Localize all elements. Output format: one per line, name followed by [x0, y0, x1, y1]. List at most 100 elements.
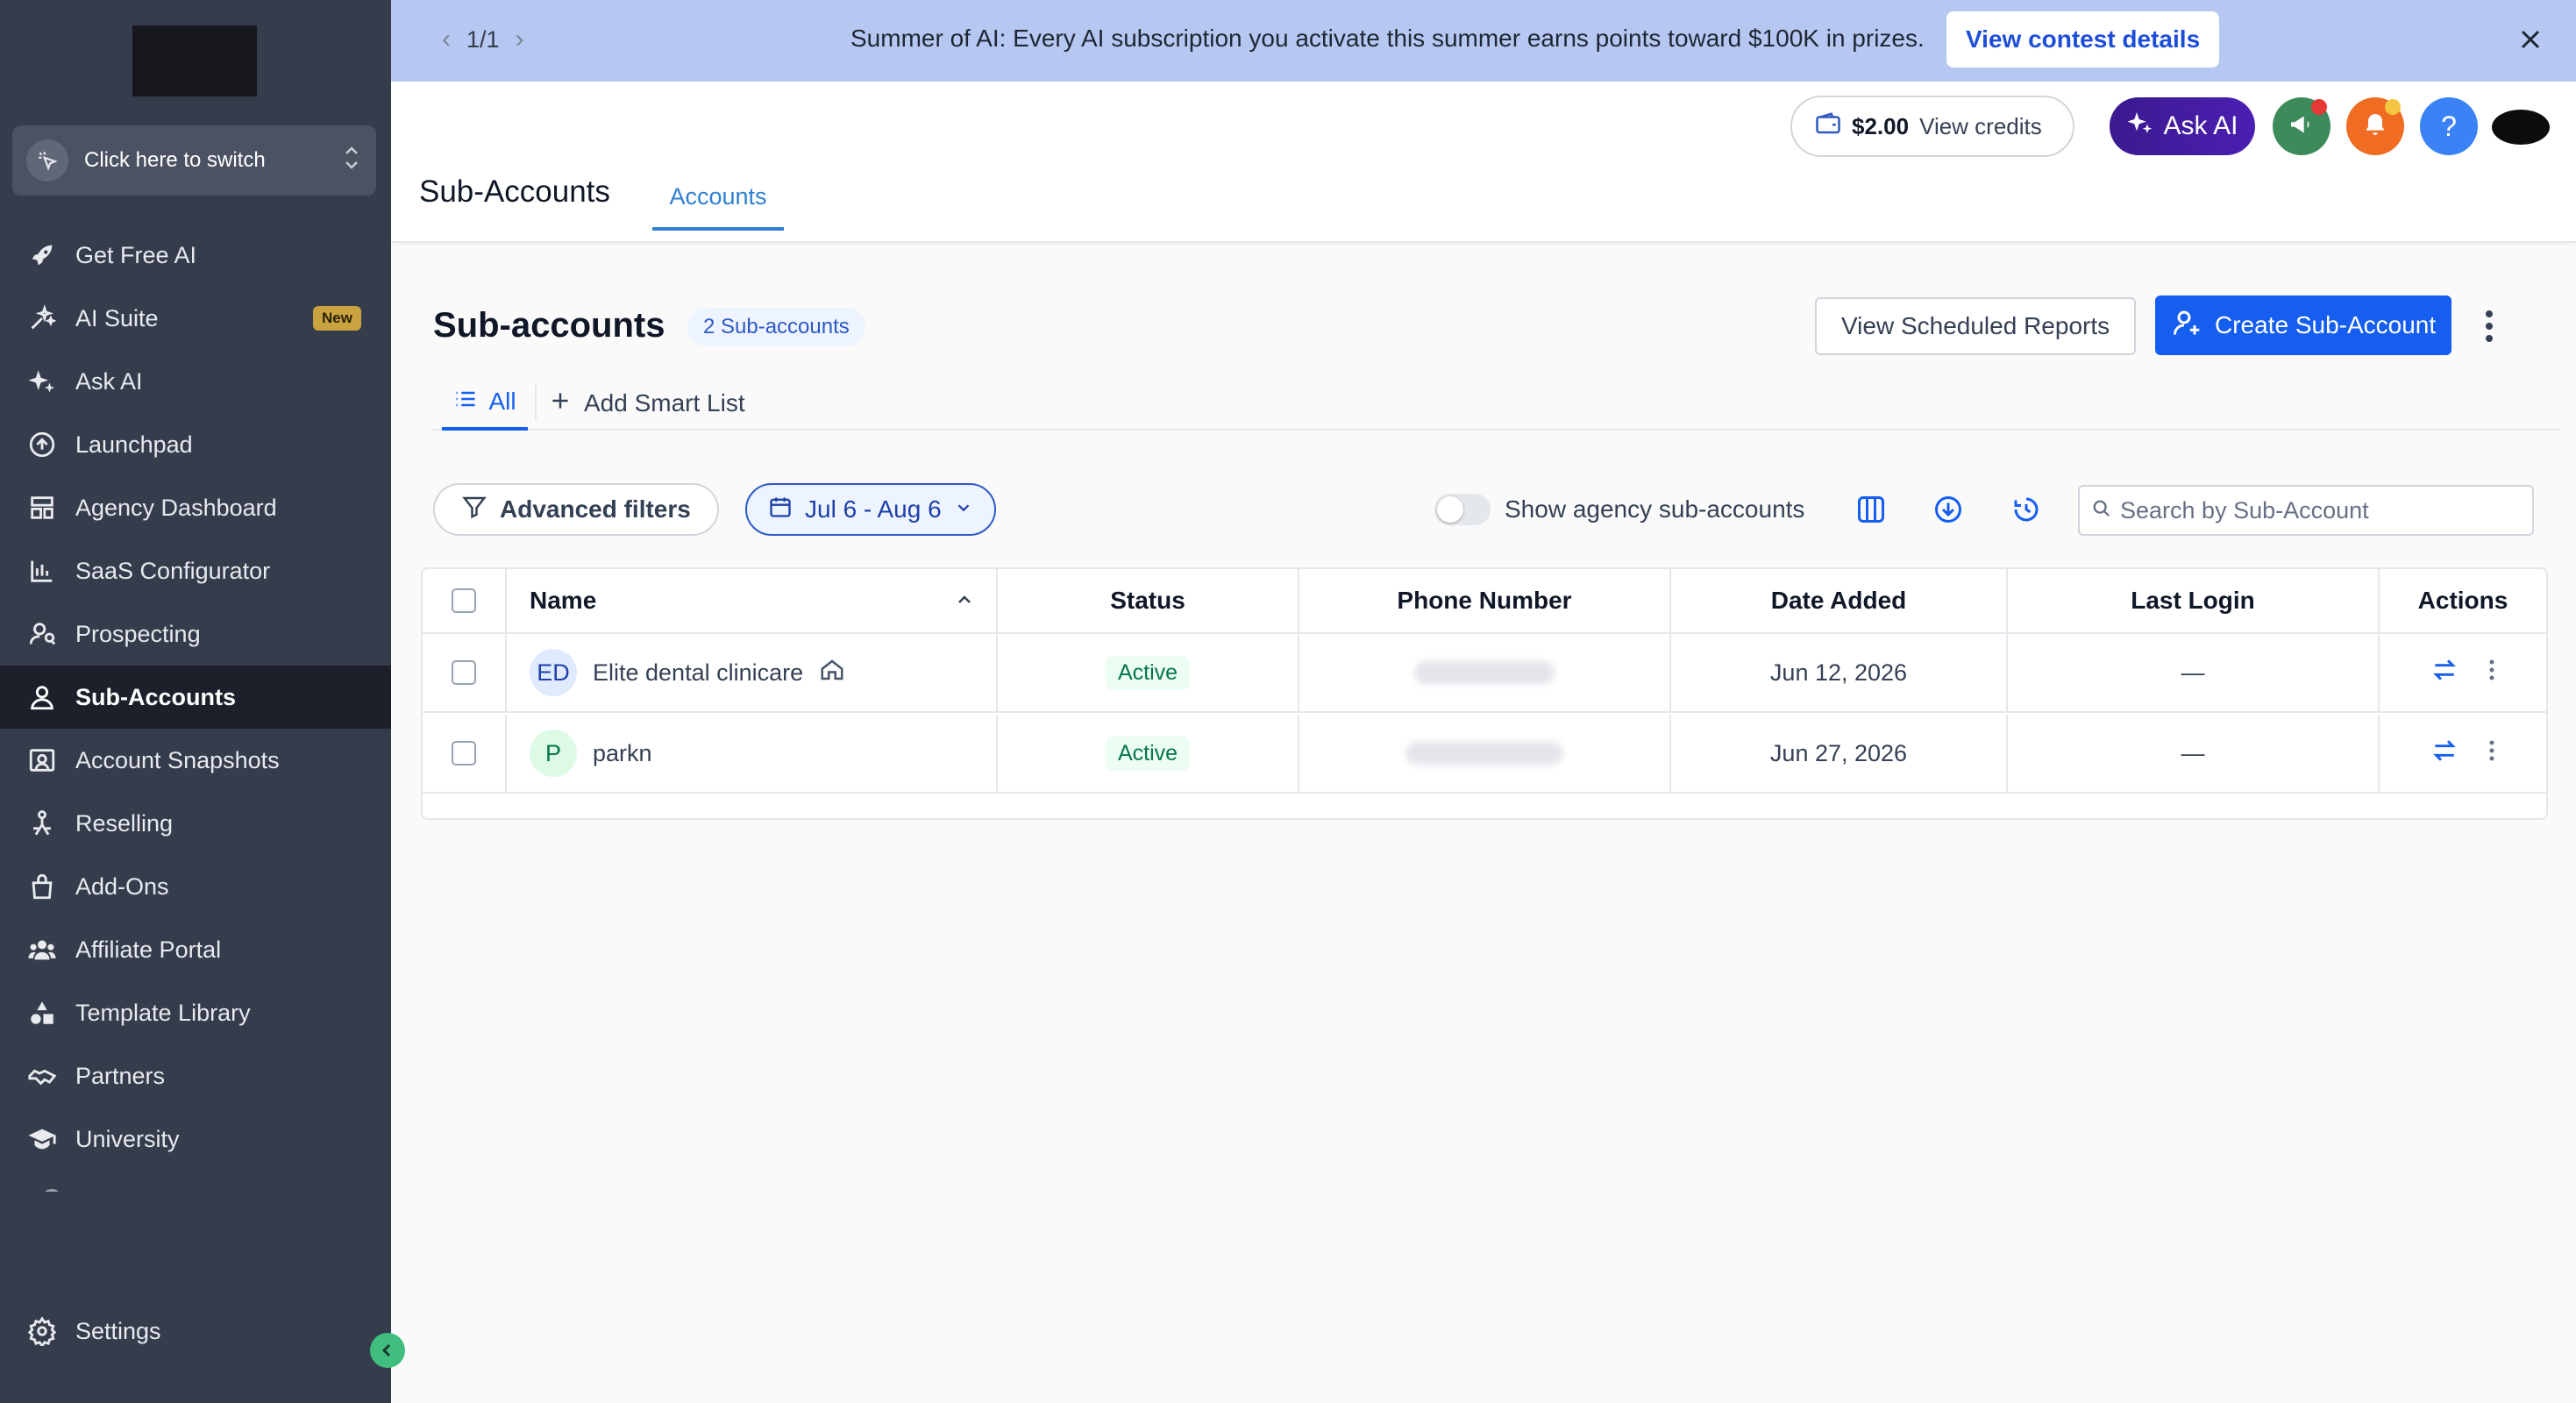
settings-label: Settings: [75, 1317, 161, 1344]
toggle-knob: [1437, 496, 1463, 523]
new-badge: New: [313, 306, 361, 331]
sidebar-item-label: Sub-Accounts: [75, 683, 237, 710]
redacted-phone: [1405, 742, 1563, 765]
view-contest-details-button[interactable]: View contest details: [1946, 11, 2220, 68]
sparkles-icon: [26, 366, 58, 397]
account-switcher[interactable]: Click here to switch: [12, 125, 376, 196]
close-icon[interactable]: [2513, 22, 2548, 57]
table-row[interactable]: ED Elite dental clinicare Active Jun 12,…: [423, 634, 2546, 713]
reselling-icon: [26, 808, 58, 839]
sidebar-item-get-free-ai[interactable]: Get Free AI: [0, 224, 391, 287]
more-options-icon[interactable]: [2476, 306, 2502, 346]
status-badge: Active: [1105, 736, 1191, 771]
column-header-status: Status: [998, 569, 1299, 632]
date-added-cell: Jun 27, 2026: [1671, 715, 2008, 792]
sidebar-item-ai-suite[interactable]: AI Suite New: [0, 287, 391, 350]
agency-logo[interactable]: [132, 25, 257, 96]
row-checkbox-cell: [423, 715, 507, 792]
agency-sub-accounts-toggle[interactable]: [1434, 494, 1491, 525]
search-box[interactable]: [2078, 485, 2534, 536]
tab-accounts[interactable]: Accounts: [652, 166, 784, 231]
add-user-icon: [2171, 307, 2202, 345]
view-scheduled-reports-button[interactable]: View Scheduled Reports: [1815, 297, 2137, 355]
megaphone-icon: [2288, 110, 2316, 143]
sidebar-item-partners[interactable]: Partners: [0, 1044, 391, 1107]
table-row[interactable]: P parkn Active Jun 27, 2026 —: [423, 715, 2546, 794]
tab-all[interactable]: All: [442, 376, 528, 431]
notifications-button[interactable]: [2346, 97, 2404, 155]
sidebar-item-sub-accounts[interactable]: Sub-Accounts: [0, 666, 391, 729]
credits-label: View credits: [1919, 112, 2042, 139]
header-checkbox-cell: [423, 569, 507, 632]
name-cell[interactable]: P parkn: [507, 715, 998, 792]
date-range-picker[interactable]: Jul 6 - Aug 6: [745, 483, 996, 536]
gear-icon: [26, 1315, 58, 1347]
shapes-icon: [26, 997, 58, 1029]
history-icon[interactable]: [2007, 490, 2046, 529]
launchpad-icon: [26, 429, 58, 460]
sidebar-item-affiliate-portal[interactable]: Affiliate Portal: [0, 918, 391, 981]
collapse-sidebar-button[interactable]: [370, 1333, 405, 1368]
sidebar-item-launchpad[interactable]: Launchpad: [0, 413, 391, 476]
column-header-name[interactable]: Name: [507, 569, 998, 632]
sidebar-item-prospecting[interactable]: Prospecting: [0, 602, 391, 666]
add-smart-list-label: Add Smart List: [584, 389, 745, 417]
download-icon[interactable]: [1929, 490, 1968, 529]
sidebar-item-reselling[interactable]: Reselling: [0, 792, 391, 855]
sidebar-item-account-snapshots[interactable]: Account Snapshots: [0, 729, 391, 792]
column-header-actions: Actions: [2417, 587, 2508, 614]
sidebar-item-saas-configurator[interactable]: SaaS Configurator: [0, 539, 391, 602]
ask-ai-button[interactable]: Ask AI: [2110, 97, 2255, 155]
switch-account-icon[interactable]: [2430, 737, 2459, 771]
more-options-icon[interactable]: [2488, 739, 2495, 768]
column-header-date-added: Date Added: [1671, 569, 2008, 632]
help-button[interactable]: ?: [2420, 97, 2478, 155]
advanced-filters-label: Advanced filters: [500, 495, 691, 523]
credits-button[interactable]: $2.00 View credits: [1790, 96, 2074, 157]
announcements-button[interactable]: [2273, 97, 2330, 155]
select-all-checkbox[interactable]: [452, 588, 476, 613]
sidebar-item-label: Partners: [75, 1062, 166, 1089]
switcher-label: Click here to switch: [84, 148, 266, 172]
avatar: ED: [530, 649, 577, 696]
more-options-icon[interactable]: [2488, 659, 2495, 687]
columns-icon[interactable]: [1852, 490, 1890, 529]
credits-amount: $2.00: [1852, 112, 1910, 139]
last-login-cell: —: [2008, 634, 2380, 711]
user-icon: [26, 681, 58, 713]
notification-dot: [2385, 99, 2401, 115]
sidebar-item-university[interactable]: University: [0, 1107, 391, 1171]
sidebar-item-agency-dashboard[interactable]: Agency Dashboard: [0, 476, 391, 539]
name-cell[interactable]: ED Elite dental clinicare: [507, 634, 998, 711]
plus-icon: [549, 389, 572, 418]
add-smart-list-button[interactable]: Add Smart List: [549, 376, 745, 431]
chevron-right-icon[interactable]: ›: [516, 25, 524, 54]
chevron-left-icon[interactable]: ‹: [442, 25, 451, 54]
sidebar-item-ask-ai[interactable]: Ask AI: [0, 350, 391, 413]
account-name[interactable]: parkn: [593, 740, 652, 767]
search-icon: [2092, 499, 2111, 523]
banner-pager: ‹ 1/1 ›: [426, 25, 540, 54]
create-sub-account-button[interactable]: Create Sub-Account: [2155, 296, 2452, 355]
search-input[interactable]: [2120, 496, 2523, 524]
sidebar-item-add-ons[interactable]: Add-Ons: [0, 855, 391, 918]
sidebar-item-label: Get Free AI: [75, 241, 197, 268]
column-label: Name: [530, 587, 597, 614]
avatar[interactable]: [2492, 110, 2550, 145]
sidebar-item-settings[interactable]: Settings: [26, 1315, 161, 1347]
nav-overflow-indicator: [46, 1189, 58, 1194]
switch-account-icon[interactable]: [2430, 656, 2459, 690]
account-name[interactable]: Elite dental clinicare: [593, 659, 803, 687]
snapshot-icon: [26, 744, 58, 776]
filter-icon: [461, 494, 487, 526]
row-checkbox[interactable]: [452, 741, 476, 766]
chevron-up-icon[interactable]: [954, 588, 975, 616]
notification-dot: [2311, 99, 2327, 115]
sidebar-item-label: Affiliate Portal: [75, 936, 222, 963]
advanced-filters-button[interactable]: Advanced filters: [433, 483, 719, 536]
column-header-phone: Phone Number: [1299, 569, 1671, 632]
sidebar-item-template-library[interactable]: Template Library: [0, 981, 391, 1044]
row-checkbox[interactable]: [452, 660, 476, 685]
sidebar-item-label: Prospecting: [75, 620, 201, 647]
sparkles-icon: [2126, 109, 2154, 144]
